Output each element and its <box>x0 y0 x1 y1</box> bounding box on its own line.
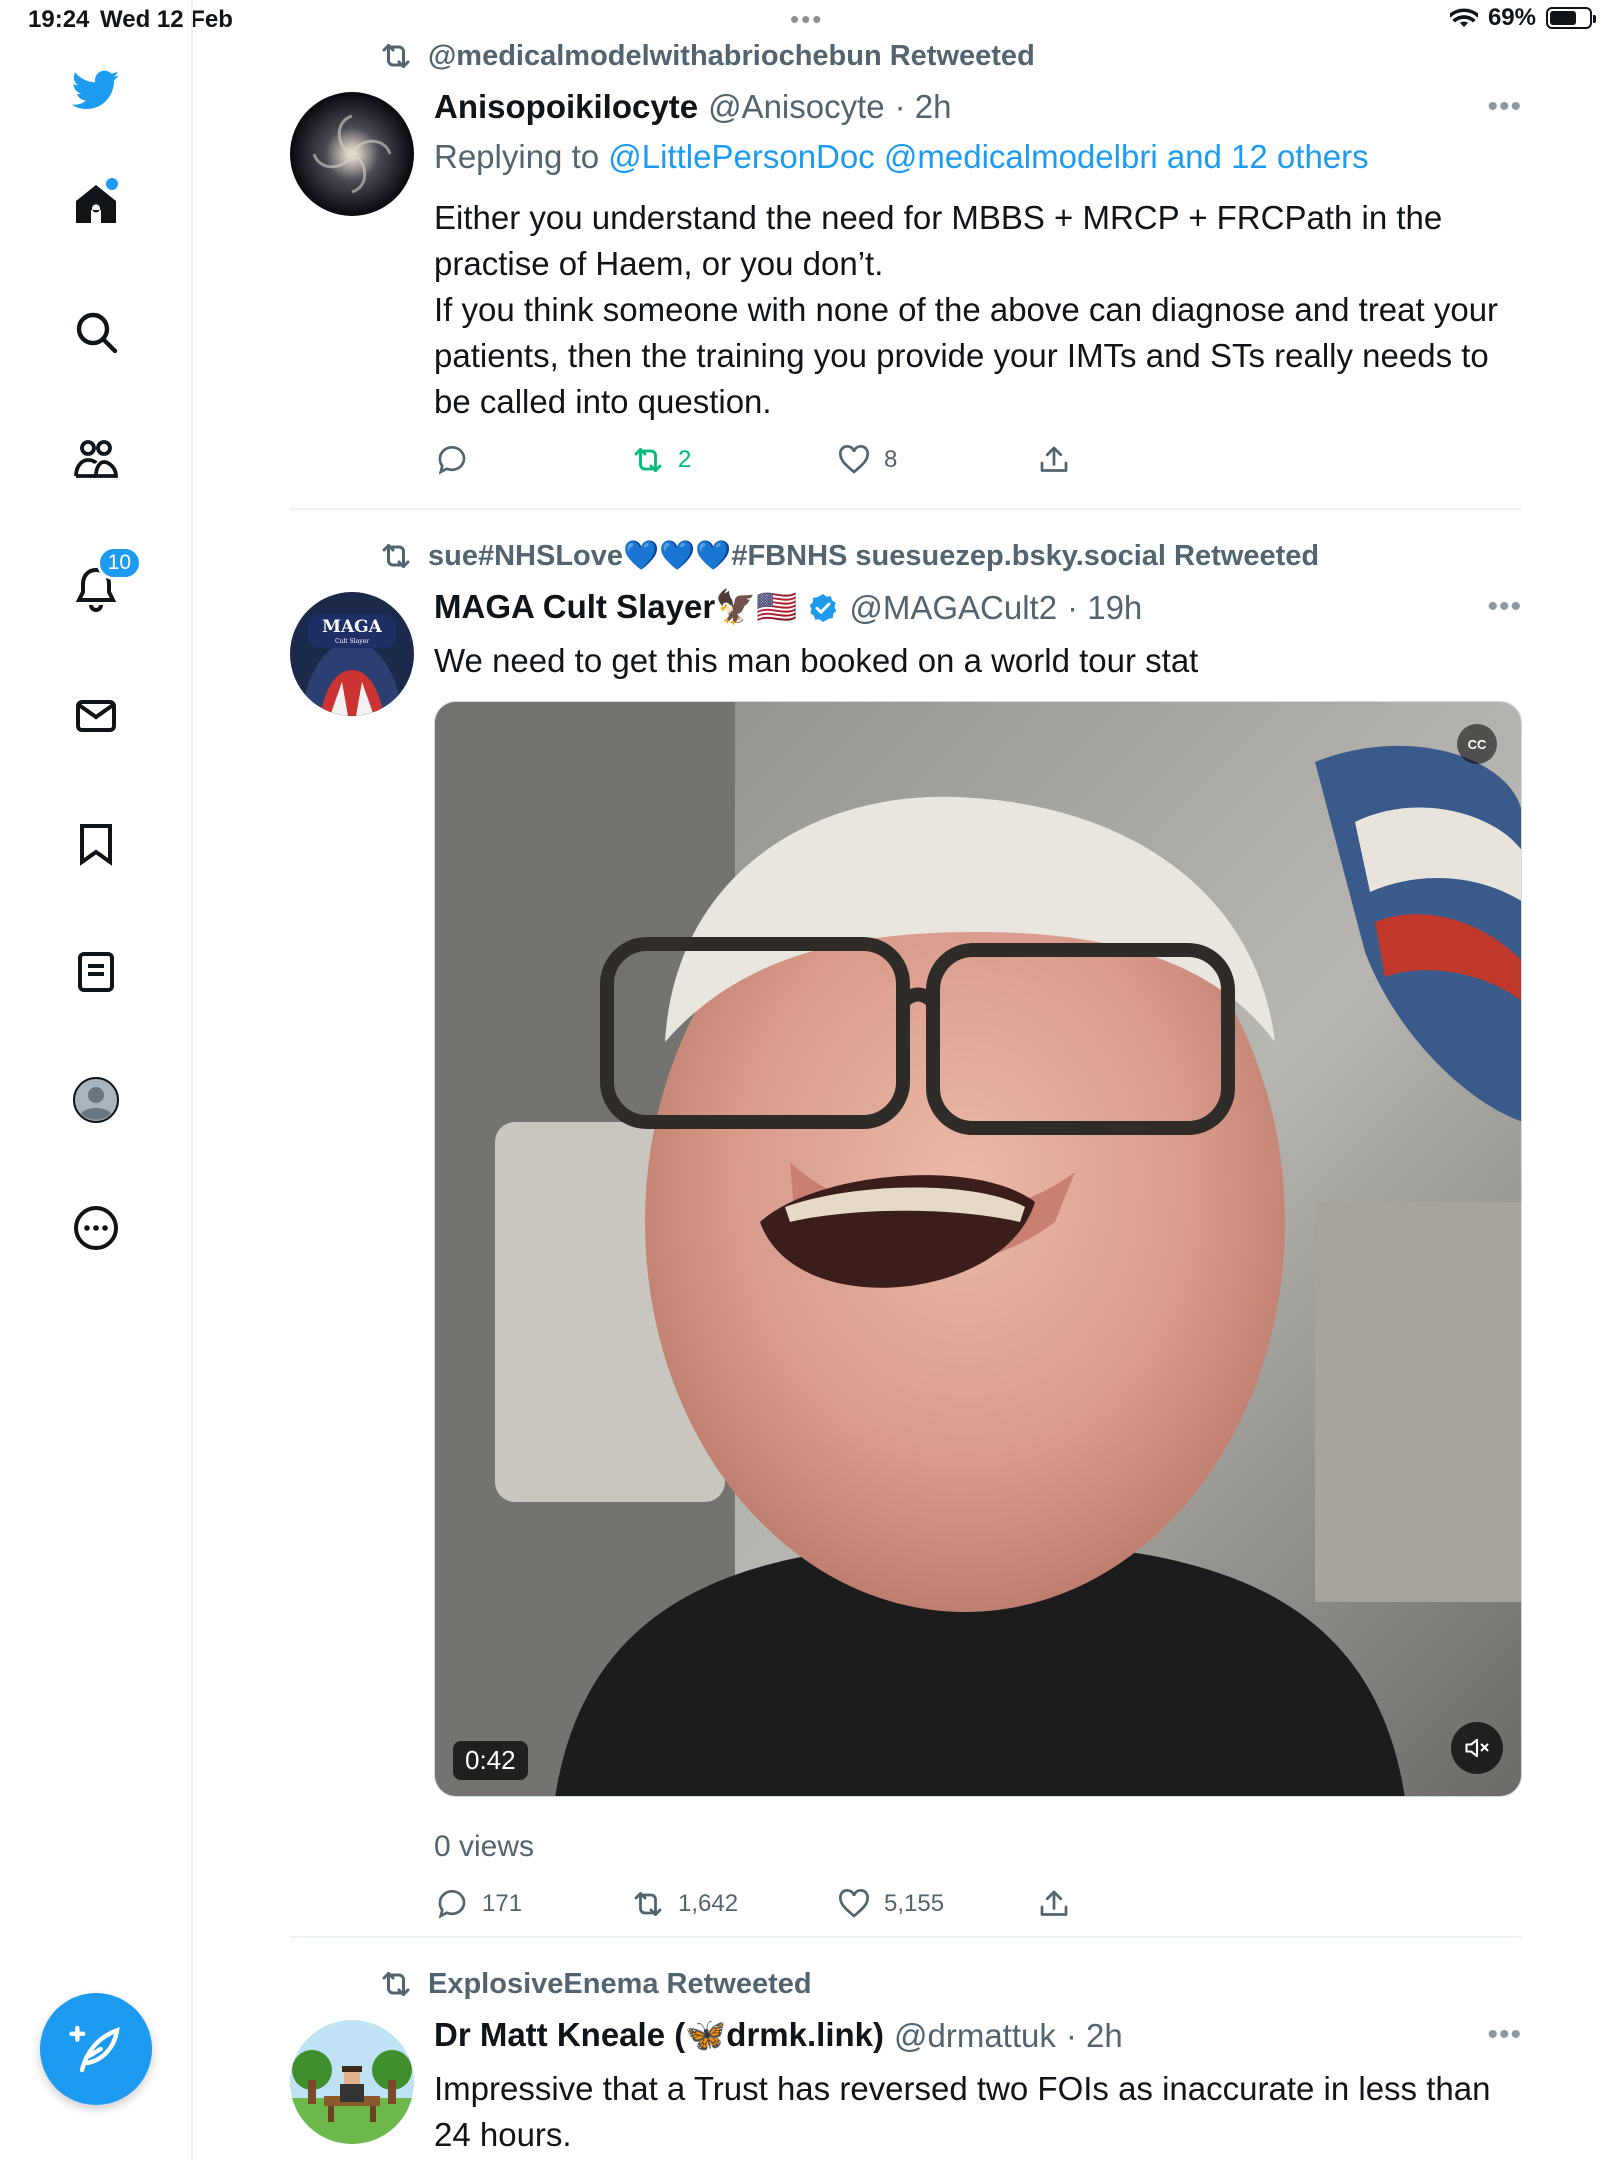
more-options-icon[interactable]: ••• <box>1487 90 1522 124</box>
video-player[interactable]: CC 0:42 <box>434 701 1522 1797</box>
tweet-divider <box>290 1936 1522 1938</box>
more-icon[interactable] <box>64 1196 128 1260</box>
reply-count: 171 <box>482 1890 523 1917</box>
reply-button[interactable]: 171 <box>434 1886 630 1922</box>
verified-badge-icon <box>810 593 837 622</box>
multitasking-dots-icon[interactable]: ••• <box>790 4 823 35</box>
status-bar: 19:24 Wed 12 Feb ••• 69% <box>0 0 1620 40</box>
compose-icon <box>69 2025 120 2073</box>
view-count: 0 views <box>434 1830 535 1863</box>
replying-to-mentions[interactable]: @LittlePersonDoc @medicalmodelbri and 12… <box>608 138 1368 175</box>
retweet-icon <box>382 544 410 568</box>
reply-button[interactable] <box>434 442 630 478</box>
handle[interactable]: @drmattuk <box>894 2017 1056 2055</box>
timestamp[interactable]: · 19h <box>1067 589 1142 627</box>
messages-icon[interactable] <box>64 684 128 748</box>
tweet-text: Impressive that a Trust has reversed two… <box>434 2070 1491 2153</box>
twitter-logo-icon[interactable] <box>64 58 128 122</box>
heart-icon <box>839 1889 869 1918</box>
retweet-icon <box>634 1892 662 1916</box>
retweet-button[interactable]: 1,642 <box>630 1886 836 1922</box>
tweet-header: Dr Matt Kneale (🦋drmk.link) @drmattuk · … <box>434 2016 1123 2055</box>
tweet[interactable]: @medicalmodelwithabriochebun Retweeted A… <box>290 38 1522 478</box>
display-name[interactable]: Anisopoikilocyte <box>434 88 698 126</box>
retweeted-by-label[interactable]: @medicalmodelwithabriochebun Retweeted <box>428 40 1035 73</box>
retweet-icon <box>382 44 410 68</box>
retweeted-by-label[interactable]: sue#NHSLove💙💙💙#FBNHS suesuezep.bsky.soci… <box>428 539 1319 573</box>
heart-icon <box>839 445 869 474</box>
video-frame <box>435 702 1521 1796</box>
sidebar: 10 <box>0 0 193 2160</box>
avatar-subtext: Cult Slayer <box>335 638 369 645</box>
tweet-actions: 171 1,642 5,155 <box>434 1886 1072 1922</box>
tweet-header: Anisopoikilocyte @Anisocyte · 2h <box>434 88 952 126</box>
retweet-count: 1,642 <box>678 1890 739 1917</box>
retweeted-by-row: ExplosiveEnema Retweeted <box>378 1966 812 2002</box>
avatar[interactable]: MAGA Cult Slayer <box>290 592 414 716</box>
more-options-icon[interactable]: ••• <box>1487 590 1522 624</box>
status-indicators: 69% <box>1449 4 1596 32</box>
mute-button[interactable] <box>1451 1722 1503 1774</box>
like-count: 8 <box>884 446 898 473</box>
home-icon[interactable] <box>64 172 128 236</box>
share-button[interactable] <box>1036 1886 1072 1922</box>
search-icon[interactable] <box>64 300 128 364</box>
tweet-divider <box>290 508 1522 510</box>
tweet[interactable]: sue#NHSLove💙💙💙#FBNHS suesuezep.bsky.soci… <box>290 538 1522 1919</box>
home-unread-dot <box>106 178 118 190</box>
tweet[interactable]: ExplosiveEnema Retweeted Dr Matt Kneale … <box>290 1966 1522 2160</box>
reply-icon <box>438 1890 466 1919</box>
avatar[interactable] <box>290 92 414 216</box>
reply-icon <box>438 446 466 475</box>
retweet-icon <box>382 1972 410 1996</box>
share-icon <box>1040 1890 1068 1916</box>
notifications-icon[interactable]: 10 <box>64 546 142 620</box>
compose-button[interactable] <box>40 1993 152 2105</box>
handle[interactable]: @MAGACult2 <box>849 589 1057 627</box>
battery-percent: 69% <box>1487 4 1536 31</box>
speaker-muted-icon <box>1465 1738 1489 1758</box>
replying-to: Replying to @LittlePersonDoc @medicalmod… <box>434 138 1369 176</box>
wifi-icon <box>1449 8 1478 27</box>
share-button[interactable] <box>1036 442 1072 478</box>
like-button[interactable]: 8 <box>836 442 1036 478</box>
retweeted-by-row: @medicalmodelwithabriochebun Retweeted <box>378 38 1035 74</box>
display-name[interactable]: Dr Matt Kneale (🦋drmk.link) <box>434 2016 884 2055</box>
battery-icon <box>1546 7 1596 29</box>
lists-icon[interactable] <box>64 940 128 1004</box>
tweet-header: MAGA Cult Slayer🦅🇺🇸 @MAGACult2 · 19h <box>434 588 1142 627</box>
video-duration: 0:42 <box>453 1741 528 1780</box>
retweet-count: 2 <box>678 446 692 473</box>
display-name[interactable]: MAGA Cult Slayer🦅🇺🇸 <box>434 588 797 627</box>
handle[interactable]: @Anisocyte <box>708 88 885 126</box>
communities-icon[interactable] <box>64 428 128 492</box>
profile-icon[interactable] <box>64 1068 128 1132</box>
retweeted-by-label[interactable]: ExplosiveEnema Retweeted <box>428 1968 812 2001</box>
timestamp[interactable]: · 2h <box>895 88 952 126</box>
retweet-button[interactable]: 2 <box>630 442 836 478</box>
share-icon <box>1040 446 1068 472</box>
tweet-text: We need to get this man booked on a worl… <box>434 642 1199 679</box>
replying-to-label: Replying to <box>434 138 600 175</box>
retweeted-by-row: sue#NHSLove💙💙💙#FBNHS suesuezep.bsky.soci… <box>378 538 1319 574</box>
tweet-actions: 2 8 <box>434 442 1072 478</box>
captions-button[interactable]: CC <box>1457 724 1497 764</box>
more-options-icon[interactable]: ••• <box>1487 2018 1522 2052</box>
timestamp[interactable]: · 2h <box>1066 2017 1123 2055</box>
avatar-text: MAGA <box>322 617 383 637</box>
like-button[interactable]: 5,155 <box>836 1886 1036 1922</box>
retweet-icon <box>634 448 662 472</box>
tweet-text: Either you understand the need for MBBS … <box>434 199 1499 420</box>
notifications-badge: 10 <box>96 546 142 580</box>
avatar[interactable] <box>290 2020 414 2144</box>
bookmarks-icon[interactable] <box>64 812 128 876</box>
like-count: 5,155 <box>884 1890 945 1917</box>
